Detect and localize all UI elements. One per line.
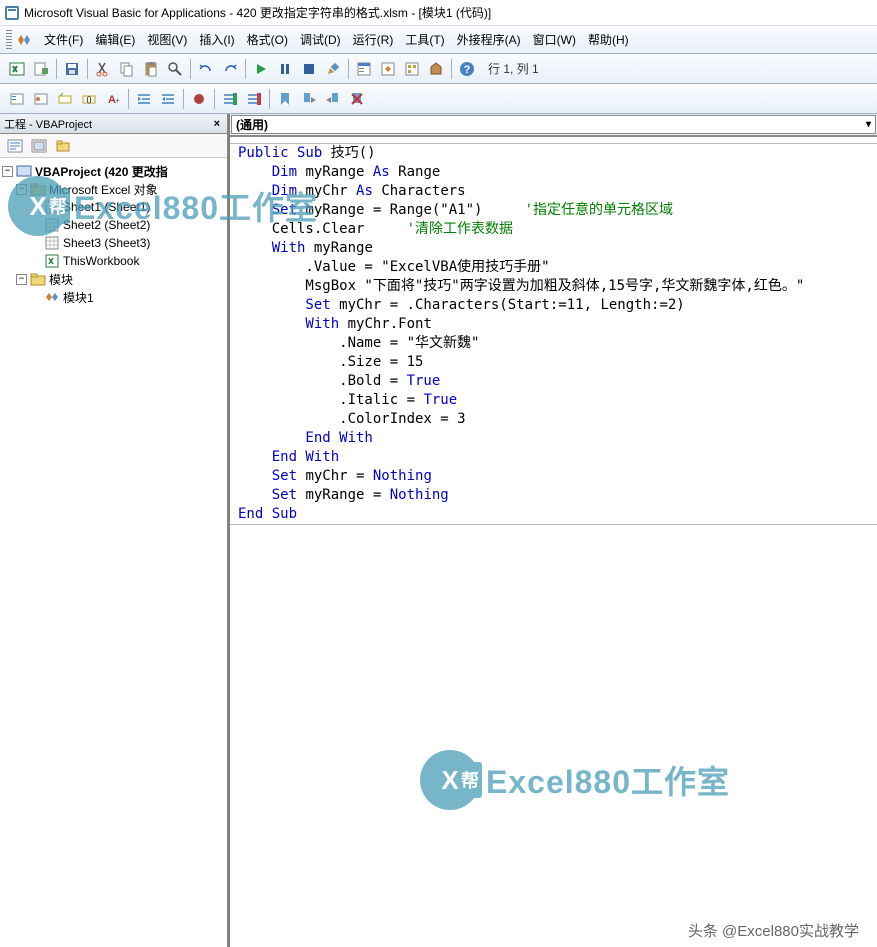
- tree-thisworkbook[interactable]: ThisWorkbook: [2, 252, 225, 270]
- design-mode-icon[interactable]: [322, 58, 344, 80]
- worksheet-icon: [44, 236, 60, 250]
- copy-icon[interactable]: [116, 58, 138, 80]
- bookmark-clear-icon[interactable]: [346, 88, 368, 110]
- tree-sheet1[interactable]: Sheet1 (Sheet1): [2, 198, 225, 216]
- collapse-icon[interactable]: −: [2, 166, 13, 177]
- indent-icon[interactable]: [133, 88, 155, 110]
- list-properties-icon[interactable]: [6, 88, 28, 110]
- cut-icon[interactable]: [92, 58, 114, 80]
- uncomment-block-icon[interactable]: [243, 88, 265, 110]
- reset-icon[interactable]: [298, 58, 320, 80]
- project-toolbar: [0, 134, 227, 158]
- menu-debug[interactable]: 调试(D): [294, 28, 347, 51]
- run-icon[interactable]: [250, 58, 272, 80]
- tree-modules[interactable]: − 模块: [2, 270, 225, 288]
- edit-toolbar: () A+: [0, 84, 877, 114]
- insert-module-icon[interactable]: [30, 58, 52, 80]
- cursor-position: 行 1, 列 1: [488, 60, 539, 77]
- workbook-icon: [44, 254, 60, 268]
- project-explorer-title-text: 工程 - VBAProject: [4, 116, 92, 132]
- standard-toolbar: ? 行 1, 列 1: [0, 54, 877, 84]
- titlebar: Microsoft Visual Basic for Applications …: [0, 0, 877, 26]
- parameter-info-icon[interactable]: (): [78, 88, 100, 110]
- menu-tools[interactable]: 工具(T): [399, 28, 450, 51]
- vba-icon: [16, 32, 32, 48]
- svg-text:+: +: [115, 96, 120, 105]
- redo-icon[interactable]: [219, 58, 241, 80]
- bookmark-next-icon[interactable]: [298, 88, 320, 110]
- workspace: 工程 - VBAProject × − VBAProject (420 更改指 …: [0, 114, 877, 947]
- toggle-folders-icon[interactable]: [52, 135, 74, 157]
- menu-help[interactable]: 帮助(H): [582, 28, 635, 51]
- object-browser-icon[interactable]: [401, 58, 423, 80]
- bookmark-toggle-icon[interactable]: [274, 88, 296, 110]
- tree-sheet3[interactable]: Sheet3 (Sheet3): [2, 234, 225, 252]
- project-explorer-title: 工程 - VBAProject ×: [0, 114, 227, 134]
- break-icon[interactable]: [274, 58, 296, 80]
- menu-edit[interactable]: 编辑(E): [89, 28, 141, 51]
- view-excel-icon[interactable]: [6, 58, 28, 80]
- titlebar-text: Microsoft Visual Basic for Applications …: [24, 4, 491, 21]
- menu-addins[interactable]: 外接程序(A): [451, 28, 527, 51]
- object-dropdown[interactable]: (通用): [231, 115, 876, 134]
- menu-format[interactable]: 格式(O): [241, 28, 294, 51]
- tree-excel-objects[interactable]: − Microsoft Excel 对象: [2, 180, 225, 198]
- project-explorer: 工程 - VBAProject × − VBAProject (420 更改指 …: [0, 114, 228, 947]
- paste-icon[interactable]: [140, 58, 162, 80]
- code-editor[interactable]: Public Sub 技巧() Dim myRange As Range Dim…: [230, 136, 877, 947]
- list-constants-icon[interactable]: [30, 88, 52, 110]
- toolbox-icon[interactable]: [425, 58, 447, 80]
- folder-icon: [30, 182, 46, 196]
- folder-icon: [30, 272, 46, 286]
- module-icon: [44, 290, 60, 304]
- menu-view[interactable]: 视图(V): [141, 28, 193, 51]
- project-icon: [16, 164, 32, 178]
- tree-root[interactable]: − VBAProject (420 更改指: [2, 162, 225, 180]
- menu-file[interactable]: 文件(F): [38, 28, 89, 51]
- code-dropdown-bar: (通用): [230, 114, 877, 136]
- close-icon[interactable]: ×: [211, 118, 223, 130]
- complete-word-icon[interactable]: A+: [102, 88, 124, 110]
- app-icon: [4, 5, 20, 21]
- quick-info-icon[interactable]: [54, 88, 76, 110]
- collapse-icon[interactable]: −: [16, 184, 27, 195]
- collapse-icon[interactable]: −: [16, 274, 27, 285]
- worksheet-icon: [44, 200, 60, 214]
- project-explorer-icon[interactable]: [353, 58, 375, 80]
- undo-icon[interactable]: [195, 58, 217, 80]
- code-pane: (通用) Public Sub 技巧() Dim myRange As Rang…: [228, 114, 877, 947]
- find-icon[interactable]: [164, 58, 186, 80]
- menu-insert[interactable]: 插入(I): [193, 28, 240, 51]
- footer-credit: 头条 @Excel880实战教学: [688, 920, 859, 941]
- menu-window[interactable]: 窗口(W): [527, 28, 582, 51]
- save-icon[interactable]: [61, 58, 83, 80]
- view-object-icon[interactable]: [28, 135, 50, 157]
- outdent-icon[interactable]: [157, 88, 179, 110]
- worksheet-icon: [44, 218, 60, 232]
- toolbar-grip[interactable]: [6, 30, 12, 50]
- bookmark-prev-icon[interactable]: [322, 88, 344, 110]
- properties-icon[interactable]: [377, 58, 399, 80]
- comment-block-icon[interactable]: [219, 88, 241, 110]
- view-code-icon[interactable]: [4, 135, 26, 157]
- help-icon[interactable]: ?: [456, 58, 478, 80]
- tree-module1[interactable]: 模块1: [2, 288, 225, 306]
- svg-text:(): (): [86, 95, 92, 104]
- svg-text:?: ?: [464, 64, 471, 76]
- menubar: 文件(F) 编辑(E) 视图(V) 插入(I) 格式(O) 调试(D) 运行(R…: [0, 26, 877, 54]
- tree-sheet2[interactable]: Sheet2 (Sheet2): [2, 216, 225, 234]
- breakpoint-icon[interactable]: [188, 88, 210, 110]
- project-tree: − VBAProject (420 更改指 − Microsoft Excel …: [0, 158, 227, 947]
- menu-run[interactable]: 运行(R): [347, 28, 400, 51]
